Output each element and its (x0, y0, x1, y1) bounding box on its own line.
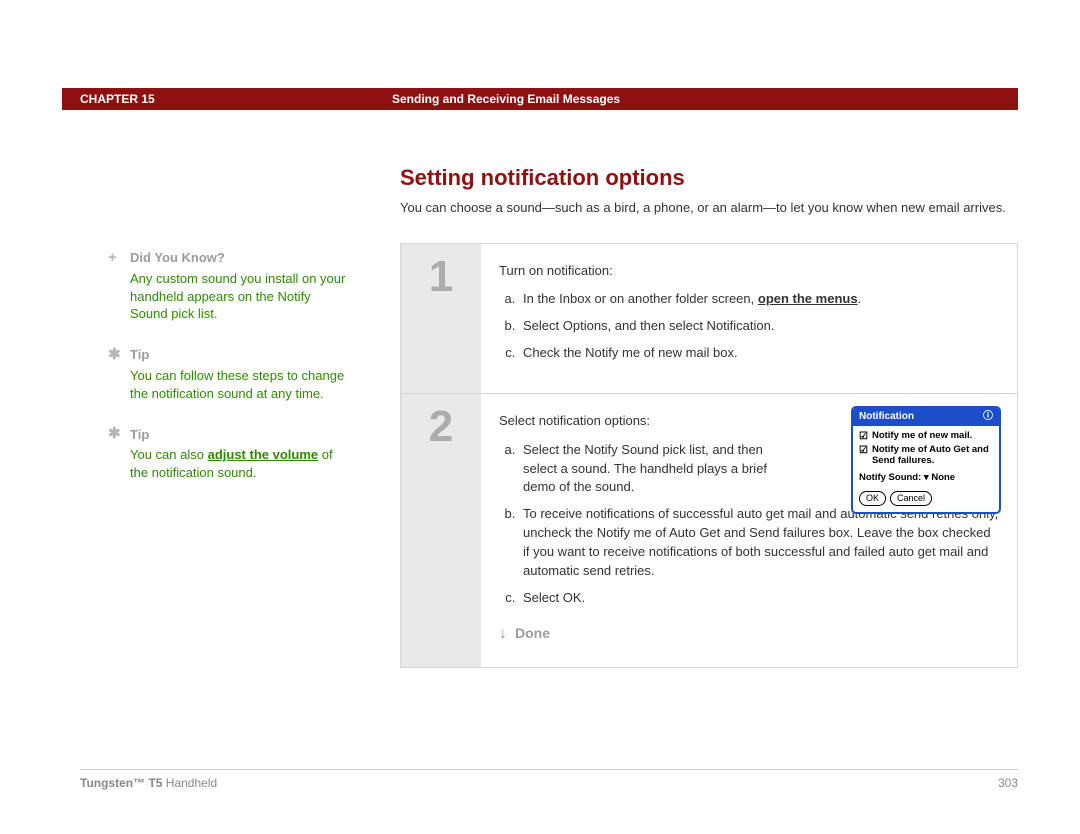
done-label: Done (515, 623, 550, 643)
chapter-title: Sending and Receiving Email Messages (392, 92, 620, 106)
chapter-label: CHAPTER 15 (62, 92, 392, 106)
step-item: Select Options, and then select Notifica… (519, 317, 999, 336)
info-icon: ⓘ (983, 410, 993, 425)
checkbox-icon: ☑ (859, 445, 868, 457)
dialog-check2: Notify me of Auto Get and Send failures. (872, 445, 993, 467)
sidebar-heading: Did You Know? (130, 249, 225, 267)
step-lead: Turn on notification: (499, 262, 999, 281)
step-number: 1 (401, 244, 481, 393)
notification-dialog: Notification ⓘ ☑ Notify me of new mail. … (851, 406, 1001, 514)
dialog-sound-value: None (931, 472, 955, 483)
sidebar-did-you-know: + Did You Know? Any custom sound you ins… (108, 248, 348, 323)
footer-product: Tungsten™ T5 Handheld (80, 776, 217, 790)
step-number: 2 (401, 394, 481, 667)
sidebar-body: You can also adjust the volume of the no… (130, 446, 348, 481)
dialog-sound-label: Notify Sound: (859, 472, 921, 483)
section-description: You can choose a sound—such as a bird, a… (400, 199, 1018, 217)
done-arrow-icon: ↓ (499, 622, 507, 645)
main-content: Setting notification options You can cho… (400, 165, 1018, 668)
page-footer: Tungsten™ T5 Handheld 303 (80, 769, 1018, 790)
step-item: In the Inbox or on another folder screen… (519, 290, 999, 309)
adjust-volume-link[interactable]: adjust the volume (208, 447, 319, 462)
sidebar-heading: Tip (130, 346, 149, 364)
step-item: To receive notifications of successful a… (519, 505, 999, 580)
sidebar-body: Any custom sound you install on your han… (130, 270, 348, 323)
page-number: 303 (998, 776, 1018, 790)
dialog-check1: Notify me of new mail. (872, 431, 972, 442)
sidebar: + Did You Know? Any custom sound you ins… (108, 248, 348, 504)
sidebar-body: You can follow these steps to change the… (130, 367, 348, 402)
sidebar-tip-2: ✱ Tip You can also adjust the volume of … (108, 424, 348, 481)
ok-button[interactable]: OK (859, 491, 886, 506)
step-body: Notification ⓘ ☑ Notify me of new mail. … (481, 394, 1017, 667)
checkbox-icon: ☑ (859, 431, 868, 443)
dialog-title: Notification (859, 410, 914, 425)
step-item: Select OK. (519, 589, 999, 608)
sidebar-tip-1: ✱ Tip You can follow these steps to chan… (108, 345, 348, 402)
plus-icon: + (108, 248, 126, 268)
step-1: 1 Turn on notification: In the Inbox or … (400, 243, 1018, 393)
open-the-menus-link[interactable]: open the menus (758, 291, 858, 306)
chapter-header-bar: CHAPTER 15 Sending and Receiving Email M… (62, 88, 1018, 110)
asterisk-icon: ✱ (108, 424, 126, 444)
dropdown-arrow-icon: ▾ (924, 472, 929, 483)
step-item: Check the Notify me of new mail box. (519, 344, 999, 363)
section-title: Setting notification options (400, 165, 1018, 191)
sidebar-heading: Tip (130, 426, 149, 444)
step-body: Turn on notification: In the Inbox or on… (481, 244, 1017, 393)
asterisk-icon: ✱ (108, 345, 126, 365)
cancel-button[interactable]: Cancel (890, 491, 932, 506)
step-2: 2 Notification ⓘ ☑ Notify me of new mail… (400, 393, 1018, 668)
done-indicator: ↓ Done (499, 622, 999, 645)
